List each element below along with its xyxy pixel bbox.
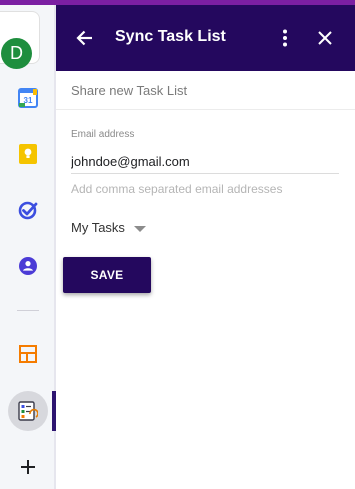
section-divider [56, 109, 355, 110]
save-button[interactable]: SAVE [63, 257, 151, 293]
account-switcher[interactable]: D [0, 11, 40, 69]
more-vert-icon [283, 29, 287, 47]
avatar[interactable]: D [1, 38, 32, 69]
share-section-title: Share new Task List [71, 83, 188, 98]
task-list-dropdown[interactable]: My Tasks [71, 218, 146, 236]
panel-title: Sync Task List [115, 28, 226, 45]
rail-separator [17, 310, 39, 311]
panel-header: Sync Task List [56, 5, 355, 71]
contacts-icon[interactable] [17, 255, 39, 277]
more-options-button[interactable] [270, 23, 300, 53]
calendar-icon[interactable]: 31 [17, 87, 39, 109]
close-button[interactable] [310, 23, 340, 53]
close-icon [318, 31, 332, 45]
arrow-left-icon [76, 30, 92, 46]
back-button[interactable] [70, 23, 100, 53]
email-field-label: Email address [71, 129, 135, 140]
tasks-icon[interactable] [17, 199, 39, 221]
email-field[interactable] [71, 150, 339, 174]
sync-tasks-icon[interactable] [17, 400, 39, 422]
sync-task-list-panel: Sync Task List Share new Task List Email… [56, 5, 355, 489]
calendar-day-number: 31 [24, 96, 33, 105]
task-list-selected: My Tasks [71, 219, 125, 235]
keep-icon[interactable] [17, 143, 39, 165]
add-icon[interactable] [17, 456, 39, 478]
layout-icon[interactable] [17, 343, 39, 365]
email-field-hint: Add comma separated email addresses [71, 182, 283, 196]
chevron-down-icon [133, 225, 146, 232]
